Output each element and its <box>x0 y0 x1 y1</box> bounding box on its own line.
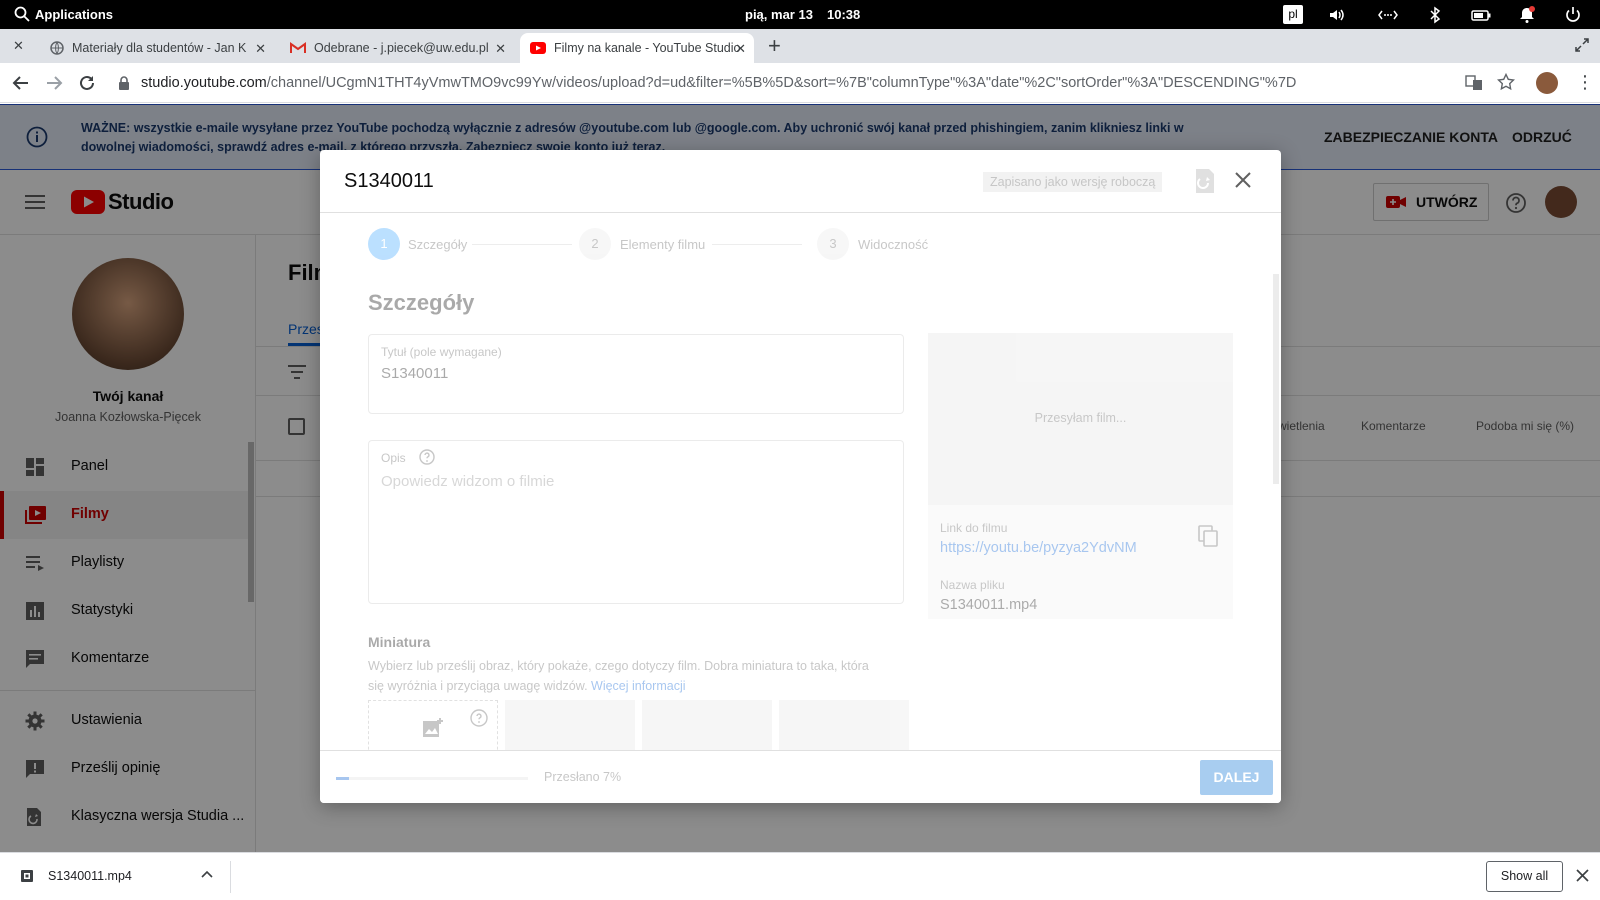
download-filename[interactable]: S1340011.mp4 <box>48 869 132 883</box>
url-path: /channel/UCgmN1THT4yVmwTMO9vc99Yw/videos… <box>266 75 1297 91</box>
search-icon[interactable] <box>14 6 32 24</box>
tab-label: Odebrane - j.piecek@uw.edu.pl <box>314 41 489 55</box>
title-field[interactable]: Tytuł (pole wymagane) S1340011 <box>368 334 904 414</box>
step-3-circle[interactable]: 3 <box>817 228 849 260</box>
browser-tab-bar: ✕ Materiały dla studentów - Jan K ✕ Odeb… <box>0 29 1600 63</box>
tab-label: Materiały dla studentów - Jan K <box>72 41 247 55</box>
new-tab-icon[interactable]: + <box>768 33 781 59</box>
profile-avatar[interactable] <box>1536 72 1558 94</box>
upload-progress-fill <box>336 777 350 780</box>
dialog-footer: Przesłano 7% DALEJ <box>320 750 1281 803</box>
filename-value: S1340011.mp4 <box>940 597 1038 613</box>
youtube-favicon-icon <box>530 42 546 54</box>
close-dialog-icon[interactable] <box>1234 171 1252 189</box>
network-icon[interactable] <box>1378 6 1398 24</box>
url-bar[interactable]: studio.youtube.com/channel/UCgmN1THT4yVm… <box>108 68 1541 98</box>
back-arrow-icon[interactable] <box>12 74 30 92</box>
draft-status: Zapisano jako wersję roboczą <box>983 172 1163 192</box>
uploading-status: Przesyłam film... <box>1034 411 1127 425</box>
tab-label: Filmy na kanale - YouTube Studio <box>554 41 741 55</box>
upload-progress-text: Przesłano 7% <box>544 770 622 784</box>
gmail-favicon-icon <box>290 42 306 54</box>
restore-window-icon[interactable] <box>1575 38 1589 52</box>
tab-gmail[interactable]: Odebrane - j.piecek@uw.edu.pl ✕ <box>280 33 514 63</box>
system-date[interactable]: pią, mar 13 <box>745 7 813 22</box>
keyboard-layout-indicator[interactable]: pl <box>1283 5 1303 24</box>
stepper-line <box>712 244 802 245</box>
thumbnail-title: Miniatura <box>368 634 431 650</box>
step-1-circle[interactable]: 1 <box>368 228 400 260</box>
url-domain: studio.youtube.com <box>141 75 267 91</box>
dialog-header: S1340011 Zapisano jako wersję roboczą <box>320 150 1281 213</box>
volume-icon[interactable] <box>1328 6 1346 24</box>
link-favicon-icon <box>50 41 64 55</box>
close-download-bar-icon[interactable] <box>1576 869 1589 882</box>
battery-icon[interactable] <box>1471 6 1491 24</box>
next-button[interactable]: DALEJ <box>1200 760 1273 795</box>
close-tab-icon[interactable]: ✕ <box>255 41 266 57</box>
description-placeholder: Opowiedz widzom o filmie <box>381 473 555 490</box>
close-tab-icon[interactable]: ✕ <box>735 41 746 57</box>
forward-arrow-icon[interactable] <box>45 74 63 92</box>
video-preview: Przesyłam film... <box>928 333 1233 505</box>
video-link-label: Link do filmu <box>940 521 1008 535</box>
filename-label: Nazwa pliku <box>940 578 1005 592</box>
browser-menu-icon[interactable]: ⋮ <box>1576 73 1594 91</box>
system-bar: Applications pią, mar 13 10:38 pl <box>0 0 1600 29</box>
upload-dialog: S1340011 Zapisano jako wersję roboczą 1 … <box>320 150 1281 803</box>
tab-materialy[interactable]: Materiały dla studentów - Jan K ✕ <box>40 33 274 63</box>
upload-progress-track <box>336 777 528 780</box>
applications-menu[interactable]: Applications <box>35 7 113 22</box>
dialog-body: 1 Szczegóły 2 Elementy filmu 3 Widocznoś… <box>320 214 1281 760</box>
close-window-icon[interactable]: ✕ <box>13 38 24 54</box>
stepper-line <box>472 244 572 245</box>
file-icon <box>20 869 34 883</box>
description-help-icon[interactable] <box>419 449 435 465</box>
system-time[interactable]: 10:38 <box>827 7 860 22</box>
download-divider <box>230 861 231 893</box>
power-icon[interactable] <box>1564 6 1582 24</box>
title-field-value[interactable]: S1340011 <box>381 365 448 382</box>
video-link[interactable]: https://youtu.be/pyzya2YdvNM <box>940 540 1137 556</box>
add-image-icon <box>422 717 444 739</box>
step-2-circle[interactable]: 2 <box>579 228 611 260</box>
step-1-label[interactable]: Szczegóły <box>408 237 467 252</box>
translate-icon[interactable] <box>1465 74 1483 92</box>
lock-icon[interactable] <box>118 76 130 90</box>
title-field-label: Tytuł (pole wymagane) <box>381 345 502 359</box>
thumbnail-description: Wybierz lub prześlij obraz, który pokaże… <box>368 656 888 696</box>
copy-icon[interactable] <box>1198 525 1218 547</box>
dialog-scrollbar[interactable] <box>1273 274 1279 484</box>
description-field[interactable]: Opis Opowiedz widzom o filmie <box>368 440 904 604</box>
close-tab-icon[interactable]: ✕ <box>495 41 506 57</box>
report-issue-icon[interactable] <box>1194 168 1216 194</box>
reload-icon[interactable] <box>78 74 96 92</box>
step-2-label[interactable]: Elementy filmu <box>620 237 705 252</box>
thumbnail-help-icon[interactable] <box>470 709 488 727</box>
bookmark-star-icon[interactable] <box>1497 73 1515 91</box>
step-3-label[interactable]: Widoczność <box>858 237 928 252</box>
show-all-button[interactable]: Show all <box>1486 861 1563 892</box>
tab-youtube-studio[interactable]: Filmy na kanale - YouTube Studio ✕ <box>520 33 754 63</box>
video-info: Link do filmu https://youtu.be/pyzya2Ydv… <box>928 505 1233 619</box>
description-field-label: Opis <box>381 451 406 465</box>
notifications-icon[interactable] <box>1518 6 1536 24</box>
chevron-up-icon[interactable] <box>201 870 213 878</box>
dialog-title: S1340011 <box>344 170 434 192</box>
download-bar: S1340011.mp4 Show all <box>0 852 1600 900</box>
section-title: Szczegóły <box>368 290 475 315</box>
more-info-link[interactable]: Więcej informacji <box>591 679 685 693</box>
bluetooth-icon[interactable] <box>1426 6 1444 24</box>
